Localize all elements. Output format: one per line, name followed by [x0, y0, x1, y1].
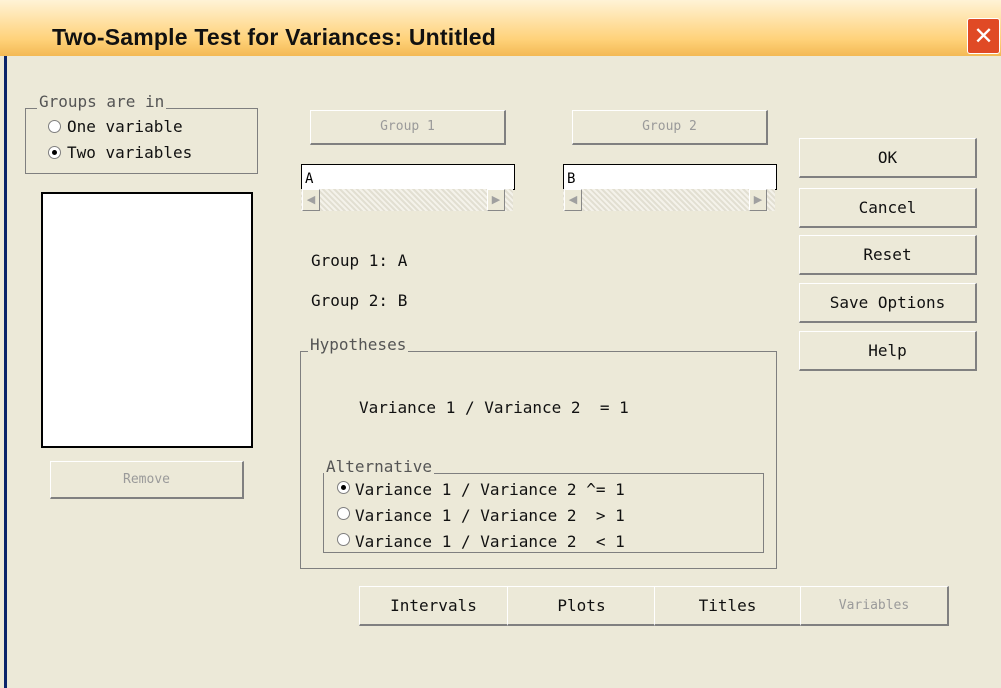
- plots-button[interactable]: Plots: [507, 586, 657, 626]
- one-variable-radio[interactable]: [48, 120, 61, 133]
- alternative-legend: Alternative: [324, 457, 434, 476]
- alternative-ne-radio[interactable]: [337, 481, 350, 494]
- group1-button[interactable]: Group 1: [310, 110, 506, 145]
- null-hypothesis-text: Variance 1 / Variance 2 = 1: [359, 398, 629, 417]
- reset-button[interactable]: Reset: [799, 235, 977, 275]
- group1-input[interactable]: [302, 165, 514, 189]
- intervals-button[interactable]: Intervals: [359, 586, 509, 626]
- titles-button[interactable]: Titles: [654, 586, 802, 626]
- close-button[interactable]: ✕: [967, 18, 1000, 54]
- window-title: Two-Sample Test for Variances: Untitled: [52, 24, 497, 50]
- scroll-left-arrow-icon[interactable]: ◀: [564, 189, 582, 211]
- variables-listbox[interactable]: [41, 192, 253, 448]
- group2-summary: Group 2: B: [311, 291, 408, 310]
- groups-are-in-legend: Groups are in: [37, 92, 167, 111]
- alternative-gt-radio[interactable]: [337, 507, 350, 520]
- cancel-button[interactable]: Cancel: [799, 188, 977, 228]
- alternative-lt-radio[interactable]: [337, 533, 350, 546]
- two-variables-label[interactable]: Two variables: [67, 144, 192, 162]
- dialog-body: Groups are in One variable Two variables…: [4, 56, 1001, 688]
- save-options-button[interactable]: Save Options: [799, 283, 977, 323]
- variables-button[interactable]: Variables: [800, 586, 949, 626]
- one-variable-label[interactable]: One variable: [67, 118, 183, 136]
- ok-button[interactable]: OK: [799, 138, 977, 178]
- close-icon: ✕: [973, 22, 994, 50]
- group2-field[interactable]: [563, 164, 777, 190]
- group1-summary: Group 1: A: [311, 251, 408, 270]
- group2-input[interactable]: [564, 165, 776, 189]
- scroll-right-arrow-icon[interactable]: ▶: [749, 189, 767, 211]
- alternative-ne-label[interactable]: Variance 1 / Variance 2 ^= 1: [355, 481, 625, 499]
- scroll-left-arrow-icon[interactable]: ◀: [302, 189, 320, 211]
- group2-button[interactable]: Group 2: [572, 110, 768, 145]
- two-variables-radio[interactable]: [48, 146, 61, 159]
- title-bar[interactable]: Two-Sample Test for Variances: Untitled …: [0, 0, 1001, 56]
- help-button[interactable]: Help: [799, 331, 977, 371]
- remove-button[interactable]: Remove: [50, 461, 244, 499]
- group1-field[interactable]: [301, 164, 515, 190]
- alternative-lt-label[interactable]: Variance 1 / Variance 2 < 1: [355, 533, 625, 551]
- hypotheses-legend: Hypotheses: [308, 335, 409, 354]
- scroll-right-arrow-icon[interactable]: ▶: [487, 189, 505, 211]
- group2-scrollbar[interactable]: ◀ ▶: [563, 189, 775, 211]
- alternative-gt-label[interactable]: Variance 1 / Variance 2 > 1: [355, 507, 625, 525]
- group1-scrollbar[interactable]: ◀ ▶: [301, 189, 513, 211]
